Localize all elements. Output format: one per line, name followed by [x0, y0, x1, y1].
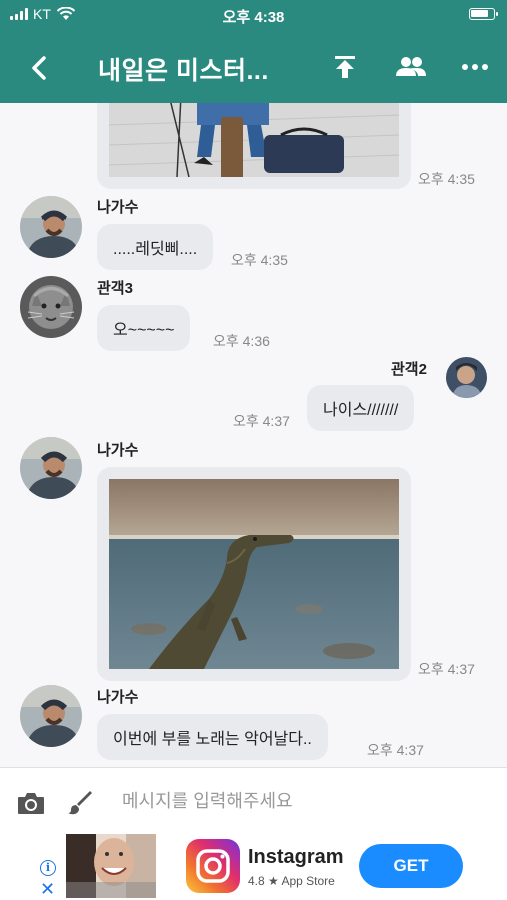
ad-app-name: Instagram: [248, 846, 344, 868]
back-chevron-icon[interactable]: [22, 50, 58, 86]
photo-musician: [109, 103, 399, 177]
chat-room-title: 내일은 미스터...: [98, 57, 269, 85]
image-message[interactable]: [97, 467, 411, 681]
ad-thumbnail[interactable]: [66, 834, 156, 898]
upload-icon[interactable]: [330, 52, 360, 82]
sender-name: 관객3: [97, 280, 133, 297]
message-list[interactable]: 오후 4:35 나가수 .....레딧삐.... 오후 4:35 관객3 오~~…: [0, 103, 507, 766]
sender-name: 나가수: [97, 199, 139, 216]
avatar[interactable]: [20, 437, 82, 499]
message-time: 오후 4:36: [213, 333, 270, 349]
message-composer: [0, 767, 507, 832]
message-bubble[interactable]: 이번에 부를 노래는 악어날다..: [97, 714, 328, 760]
message-bubble[interactable]: .....레딧삐....: [97, 224, 214, 270]
people-icon[interactable]: [394, 52, 428, 82]
avatar[interactable]: [20, 685, 82, 747]
message-time: 오후 4:35: [231, 252, 288, 268]
avatar[interactable]: [20, 276, 82, 338]
message-time: 오후 4:37: [367, 742, 424, 758]
sender-name: 나가수: [97, 689, 139, 706]
more-icon[interactable]: [460, 52, 490, 82]
message-time: 오후 4:37: [418, 661, 475, 677]
message-bubble[interactable]: 나이스///////: [307, 385, 415, 431]
app-header: KT 오후 4:38 내일은 미스터...: [0, 0, 507, 103]
status-bar: KT 오후 4:38: [0, 0, 507, 30]
battery-icon: [469, 8, 498, 20]
sender-name: 나가수: [97, 442, 139, 459]
status-time: 오후 4:38: [222, 9, 285, 26]
ad-info-icon[interactable]: i: [40, 860, 56, 876]
camera-icon[interactable]: [16, 790, 46, 816]
avatar[interactable]: [446, 357, 487, 398]
message-time: 오후 4:35: [418, 171, 475, 187]
message-input[interactable]: [122, 786, 492, 816]
sender-name: 관객2: [391, 361, 427, 378]
brush-icon[interactable]: [66, 788, 94, 816]
instagram-logo-icon[interactable]: [186, 839, 240, 893]
avatar[interactable]: [20, 196, 82, 258]
ad-rating: 4.8 ★ App Store: [248, 874, 335, 888]
get-button[interactable]: GET: [359, 844, 463, 888]
ad-banner[interactable]: i ✕ Instagram 4.8 ★ App Store GET: [0, 832, 507, 900]
image-message[interactable]: [97, 103, 411, 189]
message-time: 오후 4:37: [233, 413, 290, 429]
close-icon[interactable]: ✕: [40, 879, 55, 900]
photo-crocodile: [109, 479, 399, 669]
nav-bar: 내일은 미스터...: [0, 36, 507, 96]
message-bubble[interactable]: 오~~~~~: [97, 305, 191, 351]
